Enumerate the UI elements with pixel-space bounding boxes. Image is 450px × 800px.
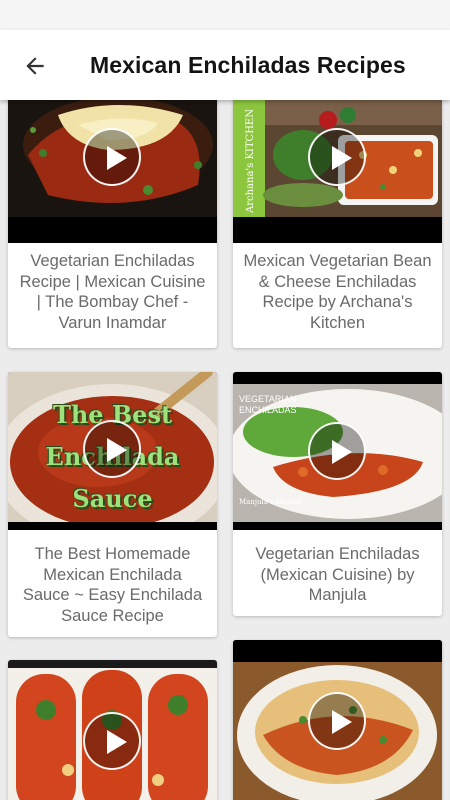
play-icon[interactable] [83, 712, 141, 770]
arrow-left-icon [26, 57, 44, 75]
video-card[interactable] [8, 660, 217, 800]
video-thumbnail [233, 640, 442, 800]
play-icon[interactable] [83, 420, 141, 478]
back-button[interactable] [14, 45, 56, 87]
video-thumbnail: The Best Enchilada Sauce [8, 372, 217, 530]
video-card[interactable]: The Best Enchilada Sauce The Best Homema… [8, 372, 217, 637]
video-card[interactable] [233, 640, 442, 800]
video-thumbnail: Archana's KITCHEN [233, 100, 442, 243]
video-card[interactable]: VEGETARIAN ENCHILADAS Manjula's kitchen … [233, 372, 442, 616]
video-thumbnail [8, 100, 217, 243]
page-title: Mexican Enchiladas Recipes [90, 52, 406, 78]
app-bar: Mexican Enchiladas Recipes [0, 30, 450, 100]
video-title: Vegetarian Enchiladas (Mexican Cuisine) … [255, 545, 420, 604]
play-icon[interactable] [83, 128, 141, 186]
thumbnail-caption: VEGETARIAN ENCHILADAS [239, 394, 297, 415]
video-feed: Vegetarian Enchiladas Recipe | Mexican C… [0, 100, 450, 800]
video-title: The Best Homemade Mexican Enchilada Sauc… [22, 545, 203, 625]
play-icon[interactable] [308, 692, 366, 750]
video-card[interactable]: Vegetarian Enchiladas Recipe | Mexican C… [8, 100, 217, 348]
play-icon[interactable] [308, 422, 366, 480]
channel-logo: Manjula's kitchen [239, 498, 303, 506]
video-thumbnail [8, 660, 217, 800]
status-bar [0, 0, 450, 30]
video-title: Vegetarian Enchiladas Recipe | Mexican C… [19, 252, 206, 332]
video-card[interactable]: Archana's KITCHEN Mexican Vegetarian Bea… [233, 100, 442, 348]
svg-text:Archana's KITCHEN: Archana's KITCHEN [245, 109, 256, 214]
video-title: Mexican Vegetarian Bean & Cheese Enchila… [243, 252, 432, 332]
video-thumbnail: VEGETARIAN ENCHILADAS Manjula's kitchen [233, 372, 442, 530]
play-icon[interactable] [308, 128, 366, 186]
